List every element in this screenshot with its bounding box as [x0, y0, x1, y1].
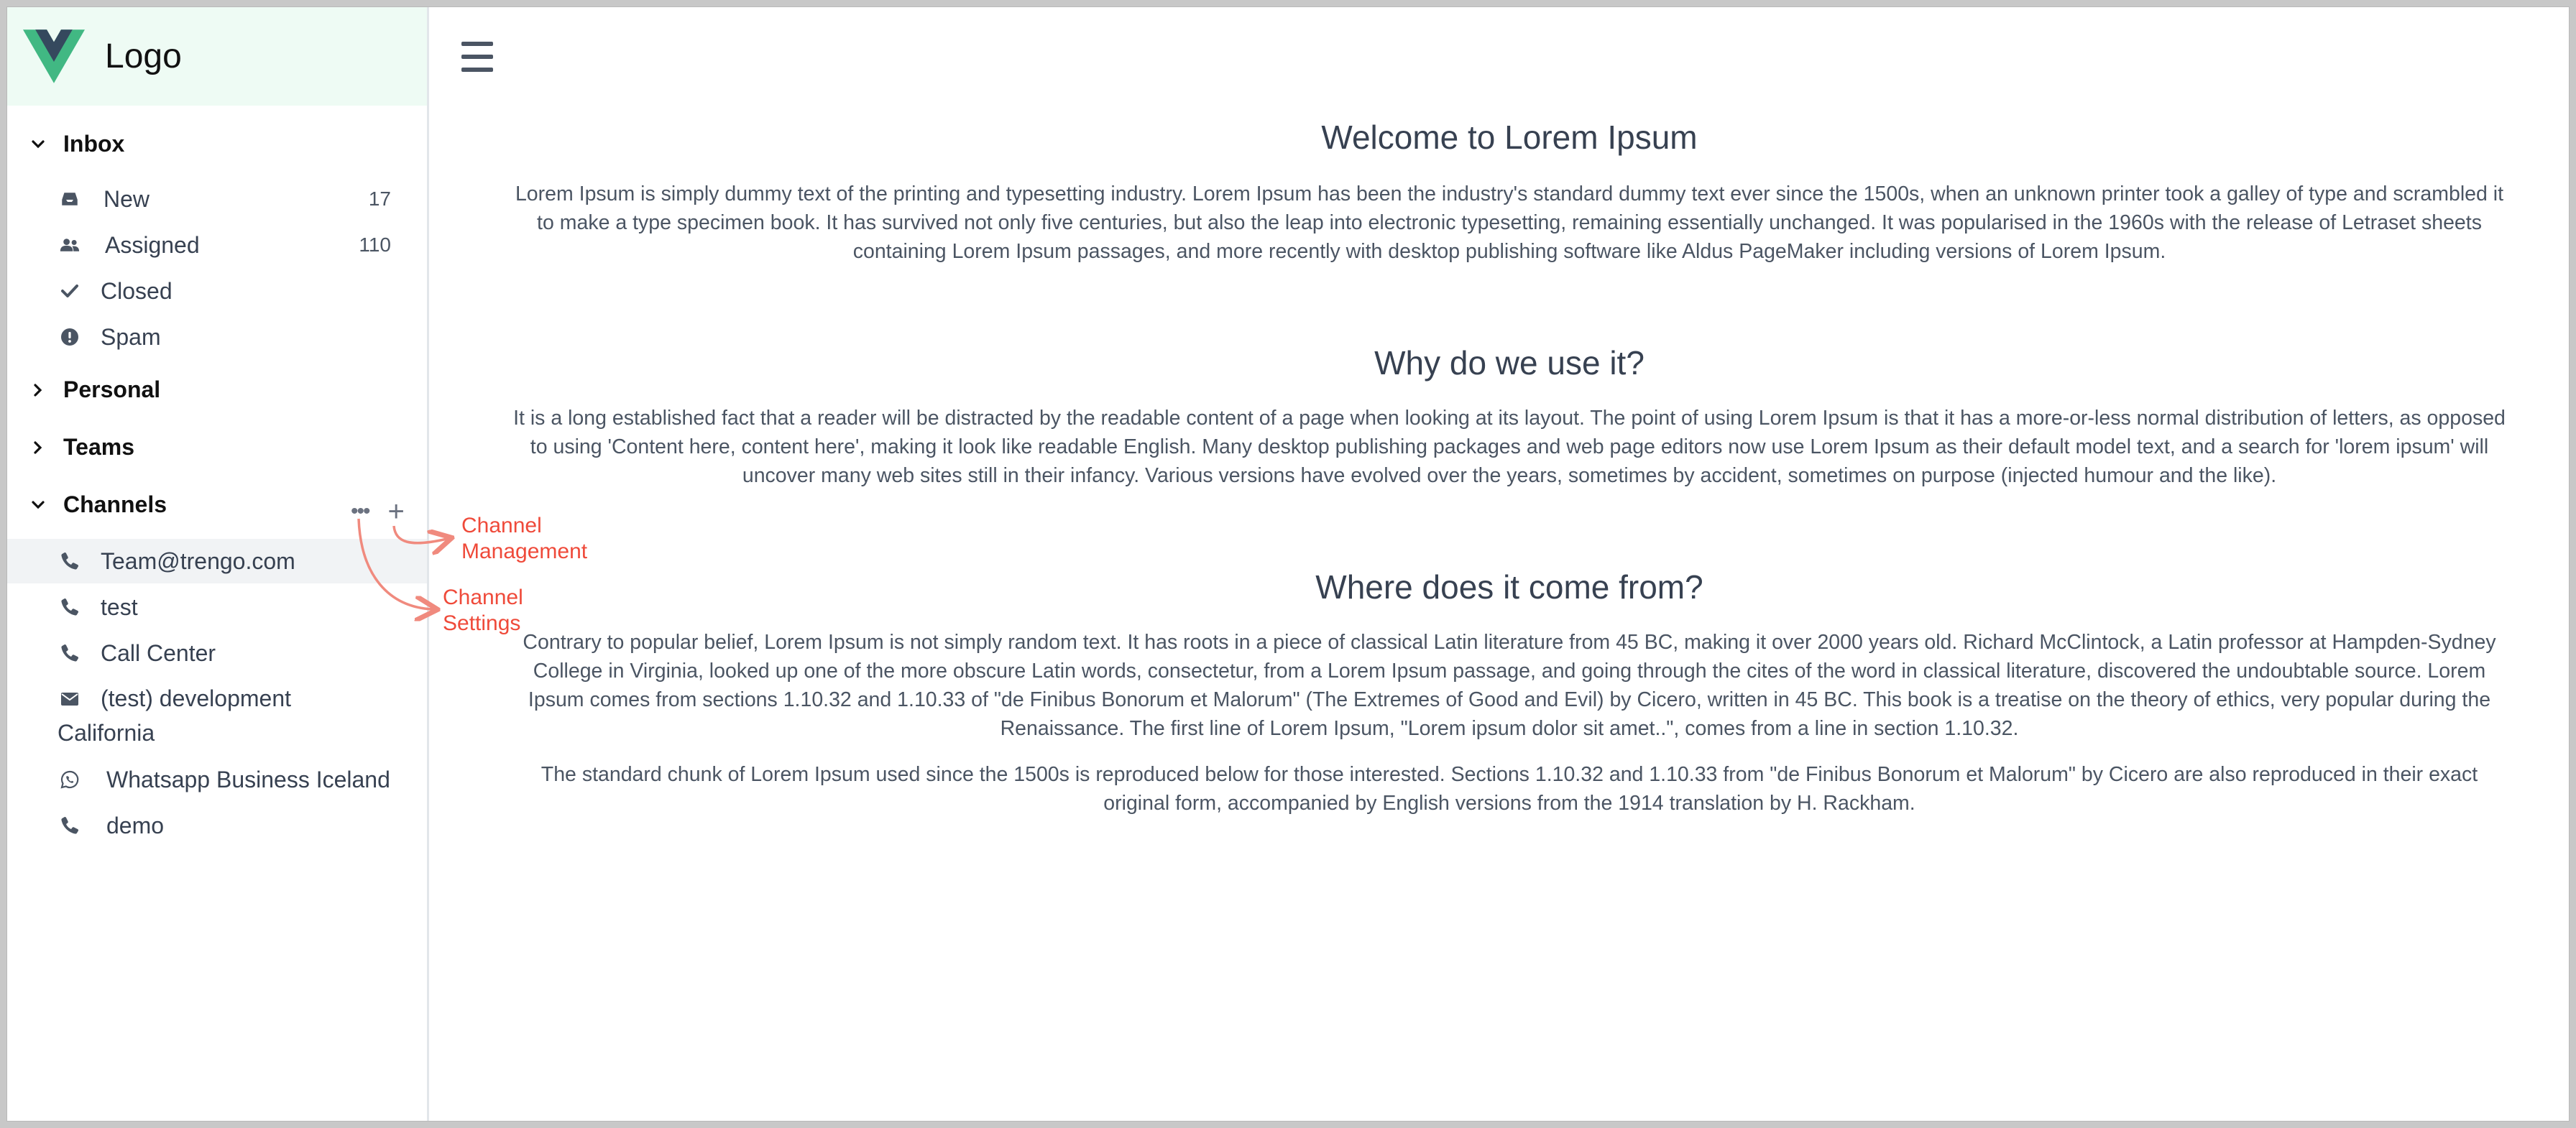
- logo-text: Logo: [105, 37, 182, 75]
- check-icon: [58, 279, 82, 303]
- app-window: Logo Inbox New 17 Assigned 110 Closed Sp…: [6, 6, 2570, 1122]
- phone-icon: [58, 549, 82, 573]
- sidebar-item-label: Assigned: [105, 231, 200, 258]
- heading-where: Where does it come from?: [1315, 568, 1703, 606]
- logo-bar[interactable]: Logo: [7, 7, 427, 106]
- sidebar: Logo Inbox New 17 Assigned 110 Closed Sp…: [7, 7, 429, 1121]
- users-icon: [58, 233, 82, 257]
- channel-label: test: [101, 593, 138, 620]
- annotation-channel-management: Channel Management: [461, 513, 587, 565]
- section-channels-title: Channels: [63, 491, 167, 517]
- sidebar-item-assigned[interactable]: Assigned 110: [7, 223, 427, 267]
- vue-logo-icon: [23, 29, 85, 83]
- annotation-line: Management: [461, 540, 588, 563]
- envelope-icon: [58, 687, 82, 711]
- channel-label: Whatsapp Business Iceland: [106, 766, 390, 792]
- section-personal-title: Personal: [63, 376, 161, 402]
- sidebar-item-closed[interactable]: Closed: [7, 269, 427, 313]
- chevron-right-icon: [27, 440, 49, 455]
- sidebar-item-spam[interactable]: Spam: [7, 315, 427, 359]
- paragraph: It is a long established fact that a rea…: [513, 407, 2506, 487]
- channel-label: Call Center: [101, 639, 216, 666]
- phone-icon: [58, 595, 82, 619]
- chevron-right-icon: [27, 383, 49, 397]
- channel-label: demo: [106, 812, 165, 838]
- sidebar-item-label: Closed: [101, 277, 172, 304]
- count-badge: 17: [368, 188, 391, 210]
- sidebar-item-channel[interactable]: demo: [7, 803, 427, 848]
- section-inbox-title: Inbox: [63, 131, 125, 157]
- sidebar-item-channel[interactable]: (test) development California: [7, 677, 427, 756]
- channel-label: (test) development: [101, 685, 292, 711]
- phone-icon: [58, 641, 82, 665]
- paragraph: Lorem Ipsum is simply dummy text of the …: [515, 182, 2504, 263]
- chevron-down-icon: [27, 498, 49, 512]
- channel-label-continued: California: [58, 720, 155, 746]
- plus-icon[interactable]: +: [388, 497, 405, 526]
- chevron-down-icon: [27, 137, 49, 152]
- sidebar-item-channel[interactable]: Whatsapp Business Iceland: [7, 757, 427, 802]
- channel-label: Team@trengo.com: [101, 547, 295, 574]
- section-teams[interactable]: Teams: [27, 434, 134, 461]
- heading-welcome: Welcome to Lorem Ipsum: [1321, 119, 1698, 156]
- whatsapp-icon: [58, 767, 82, 792]
- exclamation-circle-icon: [58, 325, 82, 349]
- paragraph: Contrary to popular belief, Lorem Ipsum …: [523, 631, 2496, 740]
- channel-actions: ••• +: [351, 497, 405, 526]
- section-inbox[interactable]: Inbox: [27, 131, 124, 157]
- sidebar-item-channel[interactable]: Call Center: [7, 631, 427, 675]
- annotation-line: Channel: [461, 514, 542, 537]
- inbox-icon: [58, 187, 82, 211]
- ellipsis-icon[interactable]: •••: [351, 501, 370, 522]
- section-channels[interactable]: Channels: [27, 491, 167, 518]
- paragraph: The standard chunk of Lorem Ipsum used s…: [540, 763, 2478, 815]
- section-teams-title: Teams: [63, 434, 135, 460]
- phone-icon: [58, 813, 82, 838]
- hamburger-menu-icon[interactable]: [461, 42, 493, 72]
- count-badge: 110: [359, 234, 391, 256]
- sidebar-item-channel[interactable]: test: [7, 585, 427, 629]
- sidebar-item-channel[interactable]: Team@trengo.com: [7, 539, 427, 583]
- sidebar-item-new[interactable]: New 17: [7, 177, 427, 221]
- sidebar-item-label: Spam: [101, 323, 161, 350]
- sidebar-item-label: New: [104, 185, 150, 212]
- section-personal[interactable]: Personal: [27, 376, 160, 403]
- heading-why: Why do we use it?: [1374, 344, 1644, 382]
